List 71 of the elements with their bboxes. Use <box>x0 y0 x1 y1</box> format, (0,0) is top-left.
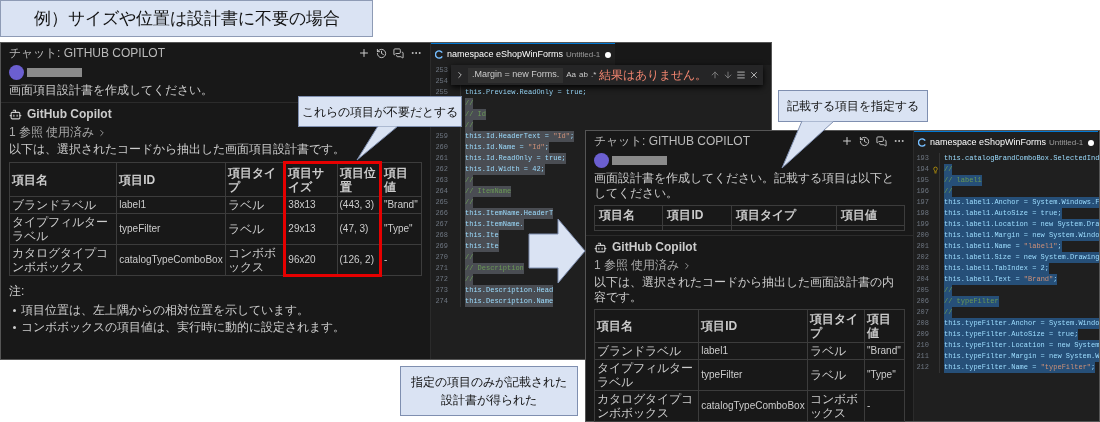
note-text: 項目位置は、左上隅からの相対位置を示しています。 <box>21 303 309 318</box>
slide-title: 例）サイズや位置は設計書に不要の場合 <box>0 0 373 37</box>
callout-text: これらの項目が不要だとする <box>302 103 458 121</box>
column-header: 項目タイプ <box>225 162 285 197</box>
callout-text: 記載する項目を指定する <box>787 98 919 115</box>
table-cell: typeFilter <box>698 359 808 391</box>
response-intro: 以下は、選択されたコードから抽出した画面設計書の内容です。 <box>594 275 895 305</box>
table-cell: "Type" <box>864 359 905 391</box>
table-cell: コンボボックス <box>807 390 865 422</box>
find-option-toggle[interactable]: Aa <box>566 69 577 81</box>
table-cell: - <box>864 390 905 422</box>
column-header: 項目ID <box>116 162 226 197</box>
table-cell: タイプフィルターラベル <box>594 359 699 391</box>
note-text: コンボボックスの項目値は、実行時に動的に設定されます。 <box>21 320 345 335</box>
column-header: 項目ID <box>662 205 732 226</box>
table-cell: "Type" <box>380 213 422 245</box>
table-cell: ラベル <box>807 342 865 360</box>
tab-title: namespace eShopWinForms <box>447 47 564 61</box>
table-cell: カタログタイプコンボボックス <box>594 390 699 422</box>
table-cell: (47, 3) <box>337 213 381 245</box>
table-cell: catalogTypeComboBox <box>116 244 226 276</box>
table-cell: typeFilter <box>116 213 226 245</box>
table-cell: (443, 3) <box>337 196 381 214</box>
user-message: 画面設計書を作成してください。記載する項目は以下としてください。 <box>594 171 895 201</box>
user-message: 画面項目設計書を作成してください。 <box>9 83 214 98</box>
panel-title: チャット: GITHUB COPILOT <box>594 133 750 149</box>
note-heading: 注: <box>9 284 26 299</box>
tab-title: namespace eShopWinForms <box>930 135 1047 149</box>
column-header: 項目名 <box>594 205 663 226</box>
table-cell: コンボボックス <box>225 244 285 276</box>
panel-title: チャット: GITHUB COPILOT <box>9 45 165 61</box>
find-result-message: 結果はありません。 <box>599 67 708 84</box>
table-cell: 96x20 <box>284 244 337 276</box>
find-option-toggle[interactable]: ab <box>579 69 588 81</box>
table-cell: "Brand" <box>380 196 422 214</box>
table-cell: ブランドラベル <box>594 342 699 360</box>
column-header: 項目サイズ <box>284 162 337 197</box>
column-header: 項目値 <box>864 309 905 343</box>
column-header: 項目ID <box>698 309 808 343</box>
table-cell: 29x13 <box>284 213 337 245</box>
column-header: 項目名 <box>594 309 699 343</box>
editor-tab[interactable]: namespace eShopWinForms Untitled-1 <box>914 131 1099 153</box>
response-intro: 以下は、選択されたコードから抽出した画面項目設計書です。 <box>9 142 346 157</box>
callout-text: 設計書が得られた <box>441 392 537 409</box>
table-cell: - <box>380 244 422 276</box>
callout-text: 指定の項目のみが記載された <box>411 374 567 391</box>
assistant-name: GitHub Copilot <box>27 107 112 122</box>
column-header: 項目位置 <box>337 162 381 197</box>
table-cell: (126, 2) <box>337 244 381 276</box>
assistant-name: GitHub Copilot <box>612 240 697 255</box>
find-option-toggle[interactable]: .* <box>591 69 597 81</box>
table-cell: label1 <box>116 196 226 214</box>
table-cell: タイプフィルターラベル <box>9 213 117 245</box>
column-header: 項目タイプ <box>807 309 865 343</box>
references-link[interactable]: 1 参照 使用済み <box>594 258 680 273</box>
table-cell: "Brand" <box>864 342 905 360</box>
editor-tab[interactable]: namespace eShopWinForms Untitled-1 <box>431 43 616 65</box>
table-cell: ラベル <box>807 359 865 391</box>
column-header: 項目タイプ <box>731 205 837 226</box>
tab-description: Untitled-1 <box>1049 136 1084 149</box>
column-header: 項目値 <box>380 162 422 197</box>
table-cell: ブランドラベル <box>9 196 117 214</box>
find-input[interactable]: .Margin = new Forms. <box>468 67 564 83</box>
table-cell: カタログタイプコンボボックス <box>9 244 117 276</box>
table-cell: catalogTypeComboBox <box>698 390 808 422</box>
tab-description: Untitled-1 <box>566 48 601 61</box>
column-header: 項目名 <box>9 162 117 197</box>
column-header: 項目値 <box>836 205 905 226</box>
table-cell: label1 <box>698 342 808 360</box>
table-cell: 38x13 <box>284 196 337 214</box>
references-link[interactable]: 1 参照 使用済み <box>9 125 95 140</box>
